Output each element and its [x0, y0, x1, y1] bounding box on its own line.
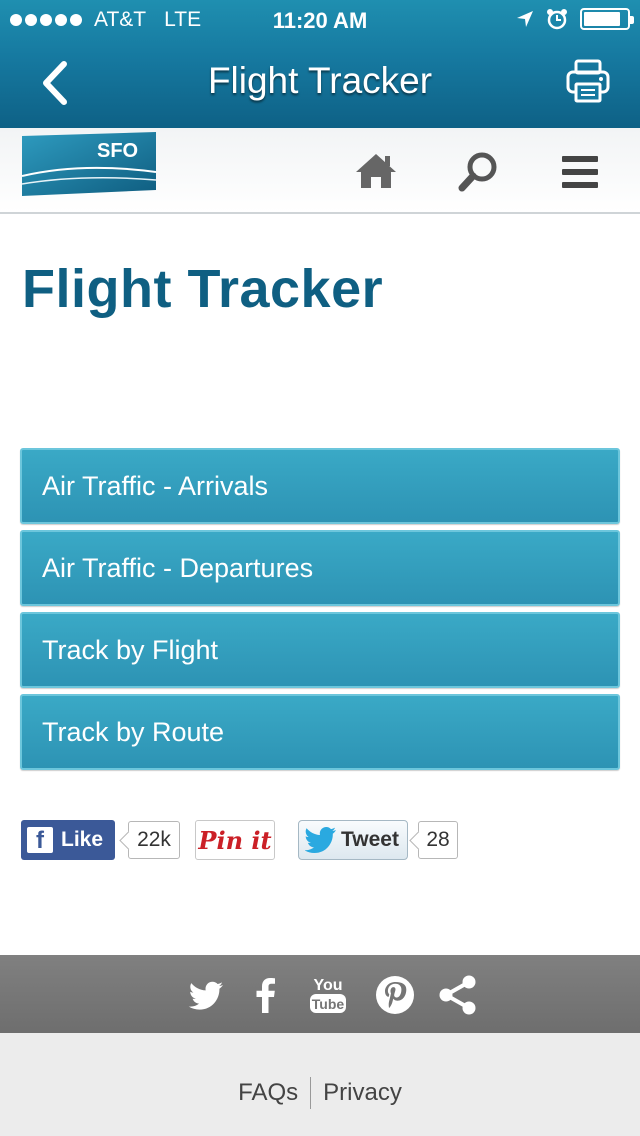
- tweet-label: Tweet: [341, 828, 399, 851]
- location-arrow-icon: [517, 11, 533, 27]
- link-departures[interactable]: Air Traffic - Departures: [20, 530, 620, 606]
- share-icon[interactable]: [436, 973, 480, 1017]
- social-share-row: f Like 22k Pin it Tweet 28: [20, 820, 620, 862]
- top-bar: AT&T LTE 11:20 AM Flight Tracker: [0, 0, 640, 128]
- pinterest-pin-button[interactable]: Pin it: [195, 820, 275, 860]
- twitter-bird-icon: [305, 827, 336, 853]
- twitter-tweet-button[interactable]: Tweet: [298, 820, 408, 860]
- facebook-like-button[interactable]: f Like: [21, 820, 115, 860]
- link-track-by-flight[interactable]: Track by Flight: [20, 612, 620, 688]
- youtube-icon[interactable]: You Tube: [306, 973, 350, 1017]
- twitter-icon[interactable]: [183, 973, 227, 1017]
- status-bar: AT&T LTE 11:20 AM: [0, 0, 640, 40]
- footer-social-bar: You Tube: [0, 955, 640, 1033]
- sfo-logo[interactable]: SFO: [22, 132, 156, 196]
- tweet-count: 28: [418, 821, 458, 859]
- battery-icon: [580, 8, 634, 30]
- facebook-icon[interactable]: [244, 973, 288, 1017]
- facebook-like-count: 22k: [128, 821, 180, 859]
- facebook-like-label: Like: [61, 828, 104, 851]
- youtube-text-bottom: Tube: [312, 996, 345, 1012]
- page-title: Flight Tracker: [22, 259, 384, 319]
- privacy-link[interactable]: Privacy: [323, 1079, 402, 1107]
- home-icon[interactable]: [354, 150, 398, 194]
- faqs-link[interactable]: FAQs: [238, 1079, 298, 1107]
- flight-tracker-links: Air Traffic - Arrivals Air Traffic - Dep…: [20, 448, 620, 776]
- menu-icon[interactable]: [558, 150, 602, 194]
- link-arrivals[interactable]: Air Traffic - Arrivals: [20, 448, 620, 524]
- facebook-icon: f: [27, 827, 53, 853]
- footer-divider: [310, 1077, 312, 1109]
- footer-links: FAQs Privacy: [0, 1033, 640, 1136]
- site-header: SFO: [0, 128, 640, 214]
- screen: AT&T LTE 11:20 AM Flight Tracker SFO Fli…: [0, 0, 640, 1136]
- footer-links-row: FAQs Privacy: [0, 1077, 640, 1109]
- status-right: [516, 8, 634, 30]
- print-button[interactable]: [566, 58, 610, 104]
- pinterest-icon[interactable]: [373, 973, 417, 1017]
- logo-text: SFO: [97, 140, 138, 162]
- alarm-clock-icon: [547, 9, 567, 30]
- youtube-text-top: You: [313, 977, 342, 994]
- link-track-by-route[interactable]: Track by Route: [20, 694, 620, 770]
- nav-title: Flight Tracker: [207, 60, 433, 101]
- search-icon[interactable]: [457, 150, 501, 194]
- battery-fill: [584, 12, 620, 26]
